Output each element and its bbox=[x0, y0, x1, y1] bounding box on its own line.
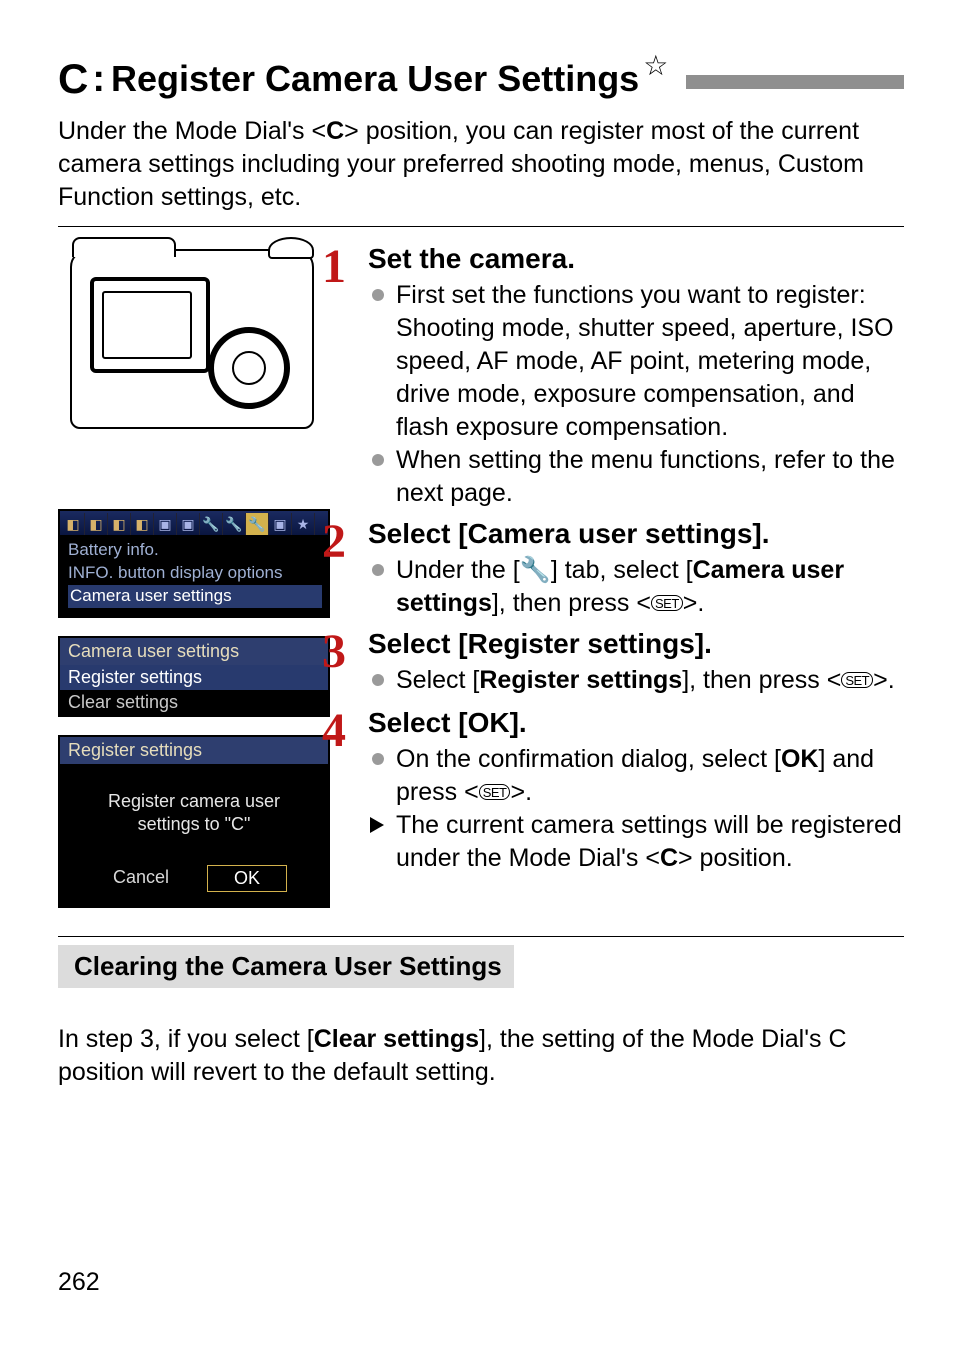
step-3: 3 Select [Register settings]. Select [Re… bbox=[338, 628, 904, 697]
submenu-row-selected: Register settings bbox=[60, 665, 328, 690]
text: Select [ bbox=[396, 666, 479, 694]
text: ], then press < bbox=[492, 589, 651, 617]
c-glyph: C bbox=[660, 844, 678, 872]
dialog-message: Register camera user settings to "C" bbox=[60, 764, 328, 865]
dialog-ok-button: OK bbox=[207, 865, 287, 892]
confirm-dialog-screenshot: Register settings Register camera user s… bbox=[58, 735, 330, 908]
text: Under the [ bbox=[396, 556, 520, 584]
step-number-2: 2 bbox=[322, 518, 346, 566]
menu-tab-wrench-icon: 🔧 bbox=[223, 513, 246, 535]
step-1: 1 Set the camera. First set the function… bbox=[338, 243, 904, 510]
wrench-icon: 🔧 bbox=[520, 556, 551, 584]
set-button-icon: SET bbox=[651, 595, 683, 611]
page-number: 262 bbox=[58, 1268, 100, 1297]
submenu-row: Clear settings bbox=[60, 690, 328, 715]
camera-screen-icon bbox=[90, 277, 210, 373]
title-c-glyph: C bbox=[58, 55, 88, 103]
step-4-bullet-1: On the confirmation dialog, select [OK] … bbox=[368, 743, 904, 809]
menu-tab-icon: ▣ bbox=[269, 513, 292, 535]
clearing-section: Clearing the Camera User Settings In ste… bbox=[58, 936, 904, 1090]
clearing-heading: Clearing the Camera User Settings bbox=[58, 945, 514, 988]
menu-tabs: ◧ ◧ ◧ ◧ ▣ ▣ 🔧 🔧 🔧 ▣ ★ bbox=[60, 511, 328, 535]
step-2: 2 Select [Camera user settings]. Under t… bbox=[338, 518, 904, 620]
dialog-msg-line1: Register camera user bbox=[108, 791, 280, 811]
text: > position. bbox=[678, 844, 793, 872]
text: ], then press < bbox=[682, 666, 841, 694]
page-title-row: C: Register Camera User Settings ☆ bbox=[58, 55, 904, 103]
menu-tab-icon: ◧ bbox=[131, 513, 154, 535]
title-bar-decor bbox=[686, 75, 904, 89]
menu-tab-icon: ▣ bbox=[154, 513, 177, 535]
dialog-msg-line2: settings to "C" bbox=[138, 814, 251, 834]
text: ] tab, select [ bbox=[551, 556, 693, 584]
text: >. bbox=[873, 666, 895, 694]
step-3-bullet-1: Select [Register settings], then press <… bbox=[368, 664, 904, 697]
menu-tab-icon: ◧ bbox=[62, 513, 85, 535]
bold-text: OK bbox=[781, 745, 819, 773]
step-number-1: 1 bbox=[322, 243, 346, 291]
title-star-icon: ☆ bbox=[643, 49, 668, 82]
step-1-bullet-1: First set the functions you want to regi… bbox=[368, 279, 904, 444]
set-button-icon: SET bbox=[479, 784, 511, 800]
step-4-bullet-2: The current camera settings will be regi… bbox=[368, 809, 904, 875]
menu-screenshot-setup: ◧ ◧ ◧ ◧ ▣ ▣ 🔧 🔧 🔧 ▣ ★ Battery info. INFO… bbox=[58, 509, 330, 618]
clearing-body: In step 3, if you select [Clear settings… bbox=[58, 1023, 904, 1090]
step-1-heading: Set the camera. bbox=[368, 243, 904, 275]
menu-tab-star-icon: ★ bbox=[292, 513, 315, 535]
step-4-heading: Select [OK]. bbox=[368, 707, 904, 739]
text: In step 3, if you select [ bbox=[58, 1025, 314, 1053]
set-button-icon: SET bbox=[841, 672, 873, 688]
step-number-3: 3 bbox=[322, 628, 346, 676]
menu-tab-wrench-active-icon: 🔧 bbox=[246, 513, 269, 535]
menu-tab-icon: ◧ bbox=[108, 513, 131, 535]
menu-item: INFO. button display options bbox=[68, 562, 322, 585]
menu-tab-icon: ◧ bbox=[85, 513, 108, 535]
dialog-cancel-button: Cancel bbox=[101, 865, 181, 892]
dialog-title: Register settings bbox=[60, 737, 328, 764]
divider bbox=[58, 226, 904, 227]
text: On the confirmation dialog, select [ bbox=[396, 745, 781, 773]
menu-item: Battery info. bbox=[68, 539, 322, 562]
menu-items-list: Battery info. INFO. button display optio… bbox=[60, 535, 328, 616]
intro-c-glyph: C bbox=[326, 117, 344, 145]
step-2-heading: Select [Camera user settings]. bbox=[368, 518, 904, 550]
text: >. bbox=[510, 778, 532, 806]
submenu-screenshot: Camera user settings Register settings C… bbox=[58, 636, 330, 717]
title-colon: : bbox=[92, 58, 105, 101]
bold-text: Clear settings bbox=[314, 1025, 479, 1053]
intro-pre: Under the Mode Dial's < bbox=[58, 117, 326, 145]
submenu-title: Camera user settings bbox=[60, 638, 328, 665]
text: The current camera settings will be regi… bbox=[396, 811, 902, 872]
step-2-bullet-1: Under the [🔧] tab, select [Camera user s… bbox=[368, 554, 904, 620]
menu-tab-wrench-icon: 🔧 bbox=[200, 513, 223, 535]
camera-illustration bbox=[70, 249, 314, 429]
step-number-4: 4 bbox=[322, 707, 346, 755]
step-1-bullet-2: When setting the menu functions, refer t… bbox=[368, 444, 904, 510]
step-4: 4 Select [OK]. On the confirmation dialo… bbox=[338, 707, 904, 875]
intro-paragraph: Under the Mode Dial's <C> position, you … bbox=[58, 115, 904, 214]
menu-tab-icon: ▣ bbox=[177, 513, 200, 535]
camera-dial-icon bbox=[268, 237, 314, 259]
bold-text: Register settings bbox=[479, 666, 682, 694]
camera-lens-icon bbox=[208, 327, 290, 409]
page-title: Register Camera User Settings bbox=[111, 58, 639, 100]
text: >. bbox=[683, 589, 705, 617]
menu-item-highlighted: Camera user settings bbox=[68, 585, 322, 608]
step-3-heading: Select [Register settings]. bbox=[368, 628, 904, 660]
